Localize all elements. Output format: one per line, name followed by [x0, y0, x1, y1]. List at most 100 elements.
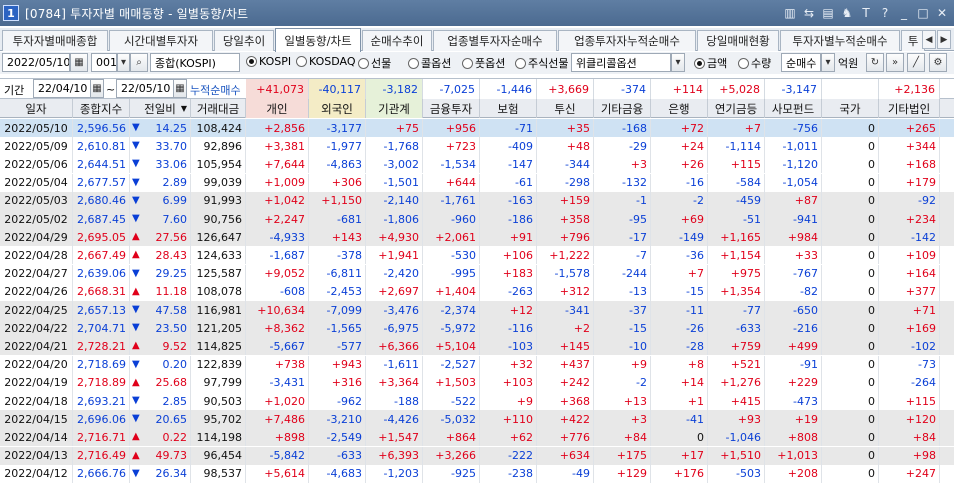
period-to-input[interactable]: 22/05/10 — [116, 79, 174, 98]
table-row[interactable]: 2022/05/03 2,680.46 6.99 ▼ 91,993 +1,042 +1,15… — [0, 191, 954, 210]
cell-other-fin: -13 — [594, 282, 651, 301]
radio-radioGroup1-3[interactable]: 콜옵션 — [408, 55, 451, 71]
cell-other-corp: -92 — [879, 191, 940, 210]
col-header-index[interactable]: 종합지수 — [73, 99, 130, 118]
table-row[interactable]: 2022/04/22 2,704.71 23.50 ▼ 121,205 +8,362 -1,… — [0, 319, 954, 338]
col-header-date[interactable]: 일자 — [0, 99, 73, 118]
code-dropdown-icon[interactable]: ▾ — [117, 53, 130, 72]
tab-next-icon[interactable]: ▶ — [937, 30, 951, 49]
cell-individual: +10,634 — [246, 301, 309, 319]
col-header-pension[interactable]: 연기금등 — [708, 99, 765, 118]
table-row[interactable]: 2022/05/02 2,687.45 7.60 ▼ 90,756 +2,247 -681-… — [0, 210, 954, 228]
radio-radioGroup1-2[interactable]: 선물 — [358, 55, 391, 71]
mode-dropdown-icon[interactable]: ▾ — [821, 53, 835, 72]
mode-select[interactable]: 순매수 — [781, 53, 821, 72]
table-row[interactable]: 2022/04/27 2,639.06 29.25 ▼ 125,587 +9,052 -6,… — [0, 264, 954, 283]
table-row[interactable]: 2022/04/14 2,716.71 0.22 ▲ 114,198 +898 -2,549… — [0, 428, 954, 447]
tab-1[interactable]: 시간대별투자자 — [109, 30, 213, 51]
col-header-trust[interactable]: 투신 — [537, 99, 594, 118]
minimize-icon[interactable]: _ — [896, 4, 912, 21]
radio-dot-icon[interactable] — [462, 57, 473, 69]
table-row[interactable]: 2022/04/19 2,718.89 25.68 ▲ 97,799 -3,431 +316… — [0, 373, 954, 392]
settings-icon[interactable]: ⚙ — [929, 53, 947, 72]
col-header-fin-invest[interactable]: 금융투자 — [423, 99, 480, 118]
pin-icon[interactable]: ♞ — [839, 4, 855, 21]
tab-2[interactable]: 당일추이 — [214, 30, 274, 51]
radio-radioGroup1-4[interactable]: 풋옵션 — [462, 55, 505, 71]
tab-5[interactable]: 업종별투자자순매수 — [433, 30, 557, 51]
col-header-individual[interactable]: 개인 — [246, 99, 309, 118]
refresh-icon[interactable]: ↻ — [866, 53, 884, 72]
sort-down-icon[interactable]: ▼ — [181, 104, 187, 113]
close-icon[interactable]: ✕ — [934, 4, 950, 21]
maximize-icon[interactable]: □ — [915, 4, 931, 21]
table-row[interactable]: 2022/05/04 2,677.57 2.89 ▼ 99,039 +1,009 +306-… — [0, 173, 954, 192]
table-row[interactable]: 2022/04/25 2,657.13 47.58 ▼ 116,981 +10,634 -7… — [0, 301, 954, 319]
search-icon[interactable]: ⌕ — [130, 53, 148, 72]
weekly-option-select[interactable]: 위클리콜옵션 — [571, 53, 671, 72]
tab-8[interactable]: 투자자별누적순매수 — [780, 30, 900, 51]
table-row[interactable]: 2022/04/12 2,666.76 26.34 ▼ 98,537 +5,614 -4,6… — [0, 464, 954, 483]
tab-4[interactable]: 순매수추이 — [362, 30, 432, 51]
weekly-option-dropdown-icon[interactable]: ▾ — [671, 53, 685, 72]
radio-radioGroup1-1[interactable]: KOSDAQ — [296, 55, 356, 68]
col-header-insurance[interactable]: 보험 — [480, 99, 537, 118]
link-icon[interactable]: ⇆ — [801, 4, 817, 21]
radio-radioGroup2-1[interactable]: 수량 — [738, 55, 771, 71]
col-header-foreign[interactable]: 외국인 — [309, 99, 366, 118]
calendar-icon[interactable]: ▦ — [70, 53, 88, 72]
col-header-other-fin[interactable]: 기타금융 — [594, 99, 651, 118]
tab-7[interactable]: 당일매매현황 — [697, 30, 779, 51]
table-row[interactable]: 2022/04/29 2,695.05 27.56 ▲ 126,647 -4,933 +14… — [0, 228, 954, 247]
radio-dot-icon[interactable] — [296, 56, 307, 67]
tab-3[interactable]: 일별동향/차트 — [275, 28, 361, 52]
down-triangle-icon: ▼ — [132, 140, 140, 152]
col-header-nation[interactable]: 국가 — [822, 99, 879, 118]
radio-radioGroup1-0[interactable]: KOSPI — [246, 55, 291, 68]
cell-other-corp: +247 — [879, 464, 940, 483]
table-row[interactable]: 2022/04/18 2,693.21 2.85 ▼ 90,503 +1,020 -962-… — [0, 392, 954, 410]
calendar-from-icon[interactable]: ▦ — [90, 79, 104, 98]
period-from-input[interactable]: 22/04/10 — [33, 79, 91, 98]
cell-amount: 95,702 — [191, 410, 246, 429]
date-input[interactable]: 2022/05/10 — [2, 53, 70, 72]
radio-dot-icon[interactable] — [738, 57, 749, 69]
screen-icon[interactable]: ▥ — [782, 4, 798, 21]
radio-dot-icon[interactable] — [694, 57, 705, 69]
chart-icon[interactable]: ▤ — [820, 4, 836, 21]
col-header-change[interactable]: 전일비 ▼ — [130, 99, 191, 118]
next-icon[interactable]: » — [886, 53, 904, 72]
table-row[interactable]: 2022/05/09 2,610.81 33.70 ▼ 92,896 +3,381 -1,9… — [0, 137, 954, 156]
cell-foreign: -2,453 — [309, 282, 366, 301]
font-icon[interactable]: T — [858, 4, 874, 21]
table-row[interactable]: 2022/04/28 2,667.49 28.43 ▲ 124,633 -1,687 -37… — [0, 246, 954, 265]
table-row[interactable]: 2022/04/26 2,668.31 11.18 ▲ 108,078 -608 -2,45… — [0, 282, 954, 301]
tab-6[interactable]: 업종투자자누적순매수 — [558, 30, 696, 51]
radio-radioGroup2-0[interactable]: 금액 — [694, 55, 727, 71]
code-input[interactable]: 001 — [91, 53, 117, 72]
table-row[interactable]: 2022/04/13 2,716.49 49.73 ▲ 96,454 -5,842 -633… — [0, 446, 954, 465]
table-row[interactable]: 2022/04/20 2,718.69 0.20 ▼ 122,839 +738 +943 -1… — [0, 355, 954, 374]
col-header-private-fund[interactable]: 사모펀드 — [765, 99, 822, 118]
table-row[interactable]: 2022/05/10 2,596.56 14.25 ▼ 108,424 +2,856 -3,… — [0, 119, 954, 137]
cell-date: 2022/04/19 — [0, 373, 73, 392]
table-row[interactable]: 2022/05/06 2,644.51 33.06 ▼ 105,954 +7,644 -4,… — [0, 155, 954, 174]
radio-radioGroup1-5[interactable]: 주식선물 — [515, 55, 568, 71]
cell-institution: -3,002 — [366, 155, 423, 174]
help-icon[interactable]: ? — [877, 4, 893, 21]
col-header-other-corp[interactable]: 기타법인 — [879, 99, 940, 118]
col-header-institution[interactable]: 기관계 — [366, 99, 423, 118]
radio-dot-icon[interactable] — [246, 56, 257, 67]
calendar-to-icon[interactable]: ▦ — [173, 79, 187, 98]
tab-prev-icon[interactable]: ◀ — [922, 30, 936, 49]
table-row[interactable]: 2022/04/21 2,728.21 9.52 ▲ 114,825 -5,667 -577… — [0, 337, 954, 356]
radio-dot-icon[interactable] — [408, 57, 419, 69]
radio-dot-icon[interactable] — [358, 57, 369, 69]
col-header-bank[interactable]: 은행 — [651, 99, 708, 118]
col-header-amount[interactable]: 거래대금 — [191, 99, 246, 118]
tab-0[interactable]: 투자자별매매종합 — [2, 30, 108, 51]
chart-toggle-icon[interactable]: ╱ — [907, 53, 925, 72]
cell-trust: +312 — [537, 282, 594, 301]
radio-dot-icon[interactable] — [515, 57, 526, 69]
table-row[interactable]: 2022/04/15 2,696.06 20.65 ▼ 95,702 +7,486 -3,2… — [0, 410, 954, 429]
